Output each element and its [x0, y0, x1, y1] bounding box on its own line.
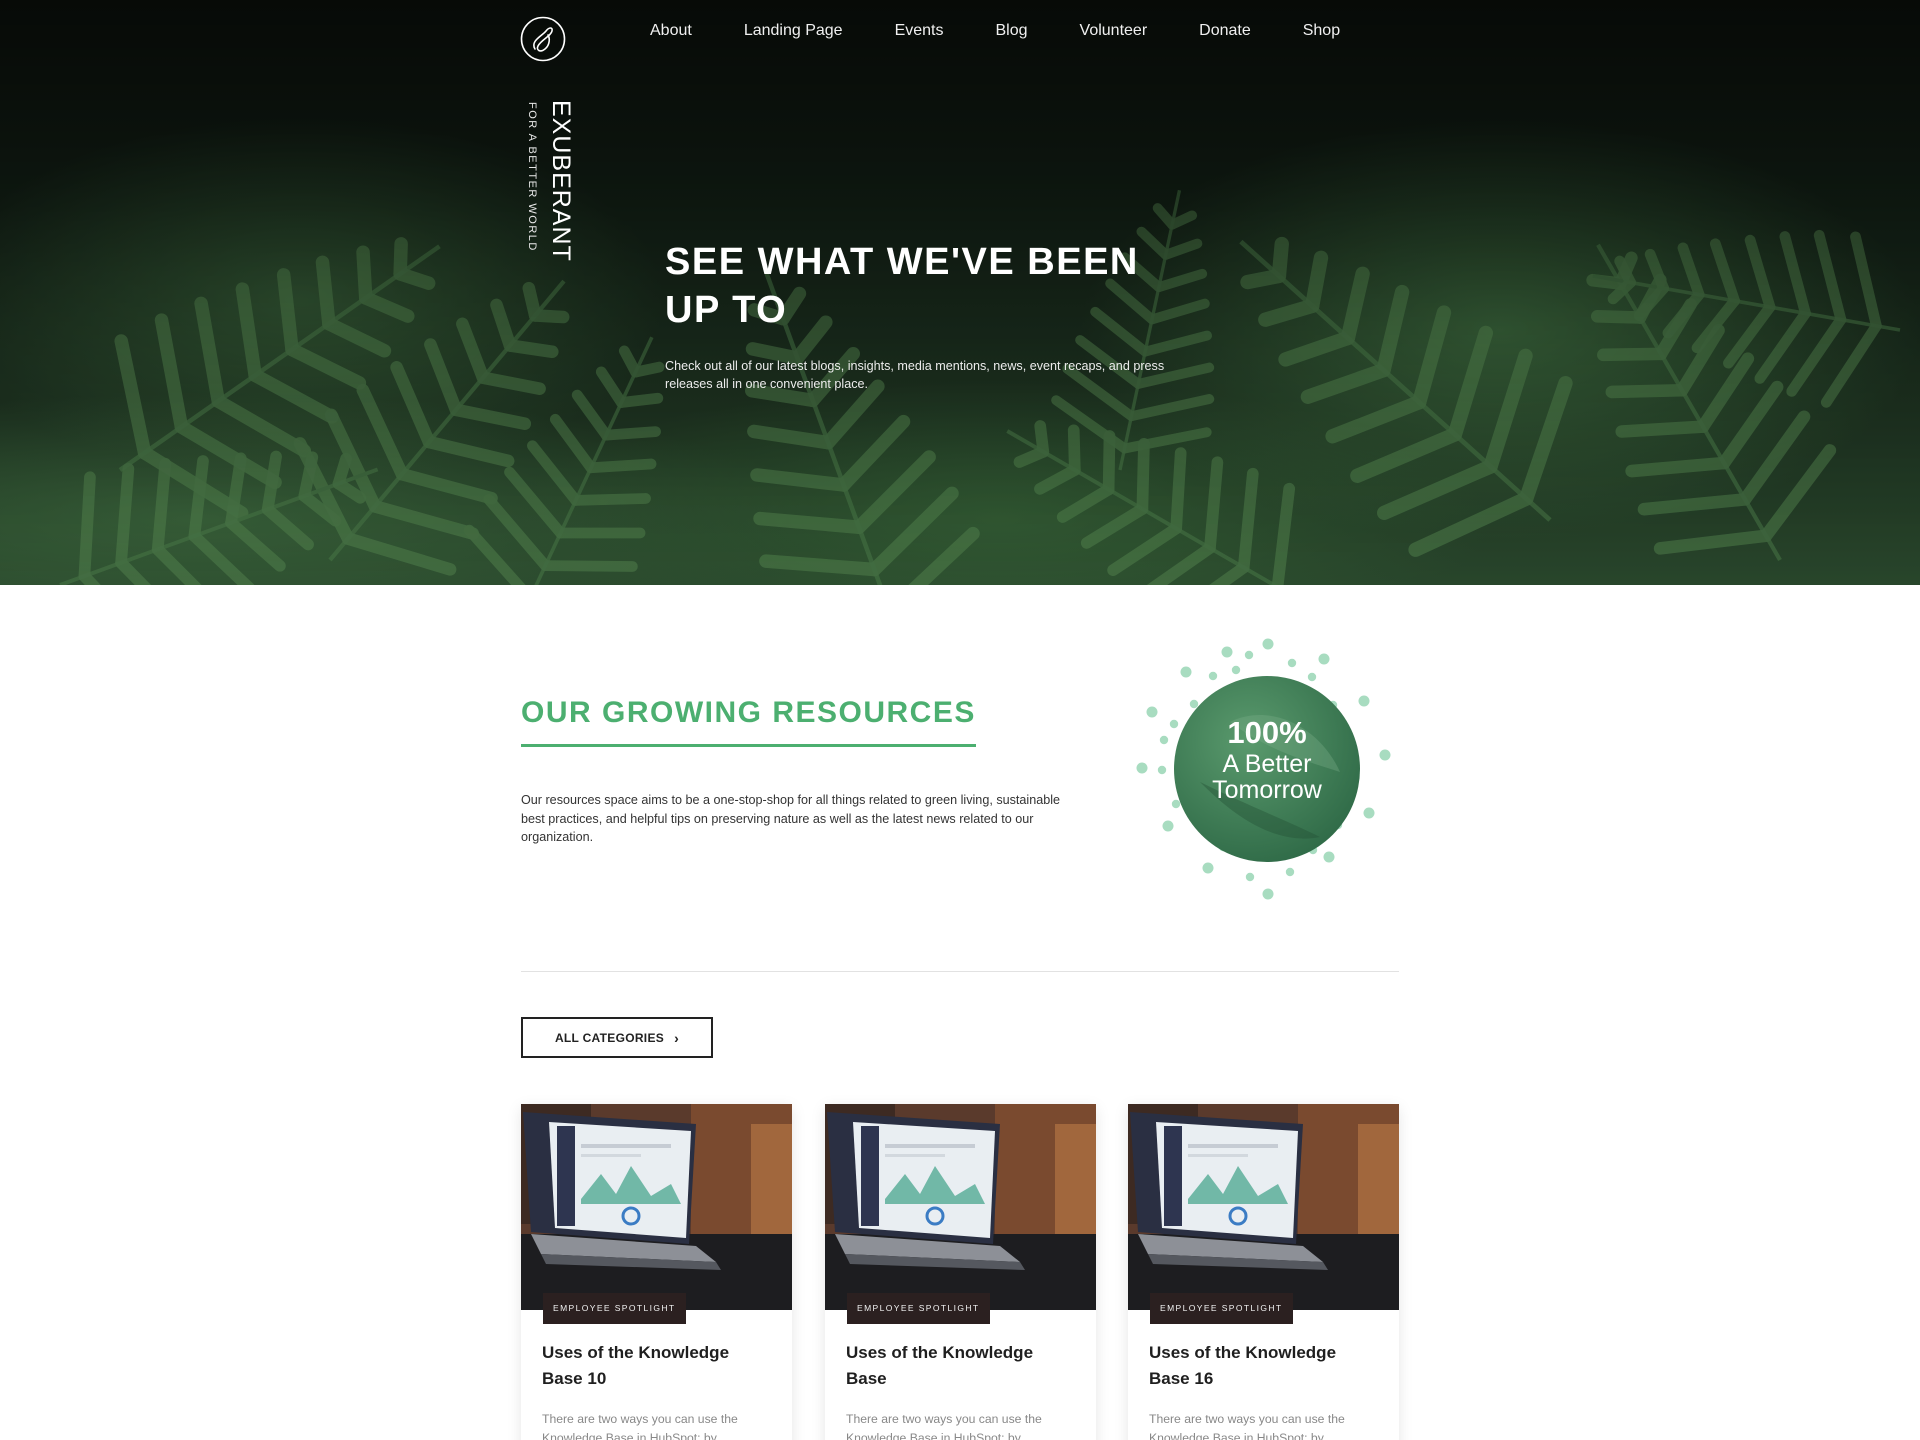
post-category-tag[interactable]: EMPLOYEE SPOTLIGHT — [847, 1293, 990, 1324]
nav-item-volunteer[interactable]: Volunteer — [1080, 22, 1148, 46]
nav-item-blog[interactable]: Blog — [996, 22, 1028, 46]
badge-line-1: A Better — [1222, 750, 1312, 778]
nav-item-about[interactable]: About — [650, 22, 692, 46]
badge-text: 100% A Better Tomorrow — [1174, 715, 1360, 803]
leaf-loop-logo-icon[interactable] — [520, 16, 566, 62]
post-excerpt: There are two ways you can use the Knowl… — [1149, 1412, 1345, 1440]
hero-section: EXUBERANT FOR A BETTER WORLD About Landi… — [0, 0, 1920, 585]
post-card[interactable]: EMPLOYEE SPOTLIGHT Uses of the Knowledge… — [1128, 1104, 1399, 1440]
laptop-dashboard-image[interactable] — [1128, 1104, 1399, 1310]
nav-item-shop[interactable]: Shop — [1303, 22, 1340, 46]
section-divider — [521, 971, 1399, 972]
badge-line-2: Tomorrow — [1212, 776, 1322, 804]
hero-subtitle: Check out all of our latest blogs, insig… — [665, 359, 1165, 391]
all-categories-button[interactable]: ALL CATEGORIES › — [521, 1017, 713, 1058]
post-title[interactable]: Uses of the Knowledge Base 16 — [1149, 1340, 1379, 1392]
laptop-dashboard-image[interactable] — [825, 1104, 1096, 1310]
post-excerpt: There are two ways you can use the Knowl… — [542, 1412, 738, 1440]
nav-item-events[interactable]: Events — [895, 22, 944, 46]
all-categories-label: ALL CATEGORIES — [554, 1030, 665, 1045]
brand-name: EXUBERANT — [547, 100, 575, 262]
brand-wordmark[interactable]: EXUBERANT FOR A BETTER WORLD — [524, 100, 575, 270]
post-excerpt: There are two ways you can use the Knowl… — [846, 1412, 1042, 1440]
post-category-tag[interactable]: EMPLOYEE SPOTLIGHT — [543, 1293, 686, 1324]
nav-item-donate[interactable]: Donate — [1199, 22, 1251, 46]
nav-item-landing-page[interactable]: Landing Page — [744, 22, 843, 46]
resources-title: OUR GROWING RESOURCES — [521, 696, 976, 747]
badge-percent: 100% — [1227, 715, 1307, 750]
chevron-right-icon: › — [674, 1029, 680, 1046]
resources-description: Our resources space aims to be a one-sto… — [521, 793, 1061, 844]
post-card[interactable]: EMPLOYEE SPOTLIGHT Uses of the Knowledge… — [825, 1104, 1096, 1440]
hero-title: SEE WHAT WE'VE BEEN UP TO — [665, 241, 1139, 331]
post-title[interactable]: Uses of the Knowledge Base 10 — [542, 1340, 772, 1392]
post-card[interactable]: EMPLOYEE SPOTLIGHT Uses of the Knowledge… — [521, 1104, 792, 1440]
brand-tagline: FOR A BETTER WORLD — [526, 102, 538, 252]
post-title[interactable]: Uses of the Knowledge Base — [846, 1340, 1076, 1392]
post-category-tag[interactable]: EMPLOYEE SPOTLIGHT — [1150, 1293, 1293, 1324]
laptop-dashboard-image[interactable] — [521, 1104, 792, 1310]
main-nav: About Landing Page Events Blog Volunteer… — [650, 22, 1340, 46]
